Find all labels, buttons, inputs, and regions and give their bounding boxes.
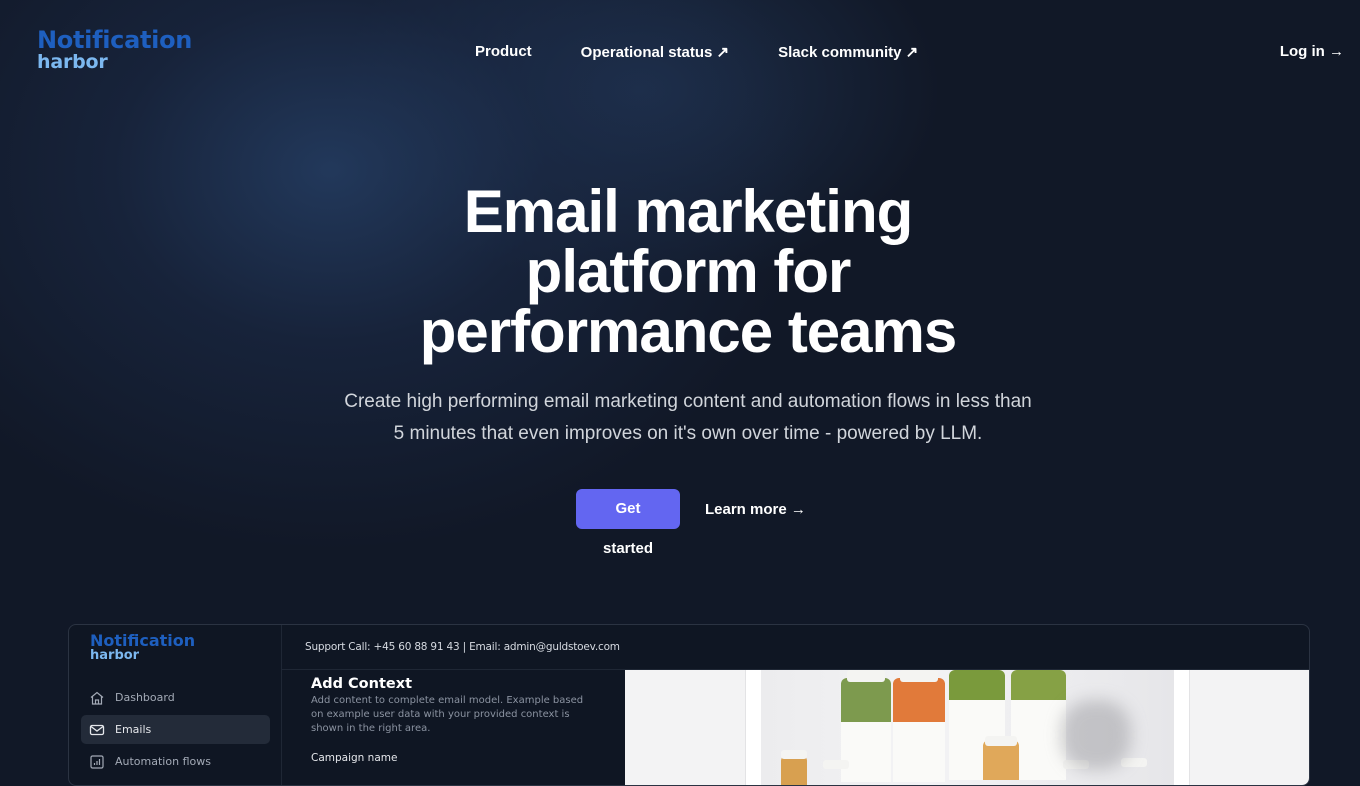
brand-logo-line1: Notification (37, 26, 193, 54)
login-link[interactable]: Log in → (1280, 43, 1344, 60)
support-info: Support Call: +45 60 88 91 43 | Email: a… (305, 641, 620, 653)
form-heading: Add Context (311, 676, 413, 692)
brand-logo[interactable]: Notification harbor (37, 28, 192, 72)
hero-subtitle: Create high performing email marketing c… (344, 391, 1032, 444)
product-photo (761, 670, 1174, 785)
mail-icon (89, 724, 105, 735)
preview-brand-logo: Notification harbor (90, 631, 196, 663)
app-preview: Notification harbor Dashboard Emails Aut… (68, 624, 1310, 786)
nav-operational-status[interactable]: Operational status ↗ (581, 43, 729, 61)
preview-brand-line2: harbor (90, 648, 140, 663)
nav-product[interactable]: Product (475, 43, 532, 61)
hero-title: Email marketing platform for performance… (0, 182, 1360, 362)
sidebar-item-dashboard[interactable]: Dashboard (81, 683, 270, 712)
hero-title-line: platform for (525, 238, 852, 305)
sidebar-item-automation-flows[interactable]: Automation flows (81, 747, 270, 776)
home-icon (90, 691, 104, 705)
get-started-button[interactable]: Get started (576, 489, 680, 557)
add-context-form: Add Context Add content to complete emai… (311, 669, 611, 764)
sidebar-item-label: Automation flows (115, 755, 211, 768)
sidebar-item-emails[interactable]: Emails (81, 715, 270, 744)
main-nav: Product Operational status ↗ Slack commu… (475, 43, 918, 61)
campaign-name-label: Campaign name (311, 752, 398, 764)
sidebar-item-label: Emails (115, 723, 152, 736)
hero-title-line: Email marketing (463, 178, 914, 245)
preview-sidebar-menu: Dashboard Emails Automation flows (81, 683, 270, 779)
learn-more-link[interactable]: Learn more → (705, 501, 806, 518)
brand-logo-line2: harbor (37, 51, 108, 73)
hero-title-line: performance teams (419, 298, 958, 365)
form-description: Add content to complete email model. Exa… (311, 695, 584, 734)
chart-icon (90, 754, 104, 769)
email-preview-canvas (625, 670, 1309, 785)
preview-topbar: Support Call: +45 60 88 91 43 | Email: a… (282, 625, 1309, 670)
preview-sidebar: Notification harbor Dashboard Emails Aut… (69, 625, 282, 785)
sidebar-item-label: Dashboard (115, 691, 175, 704)
nav-slack-community[interactable]: Slack community ↗ (778, 43, 918, 61)
hero-actions: Get started Learn more → (576, 489, 806, 557)
email-preview (745, 670, 1190, 785)
preview-brand-line1: Notification (90, 631, 196, 650)
